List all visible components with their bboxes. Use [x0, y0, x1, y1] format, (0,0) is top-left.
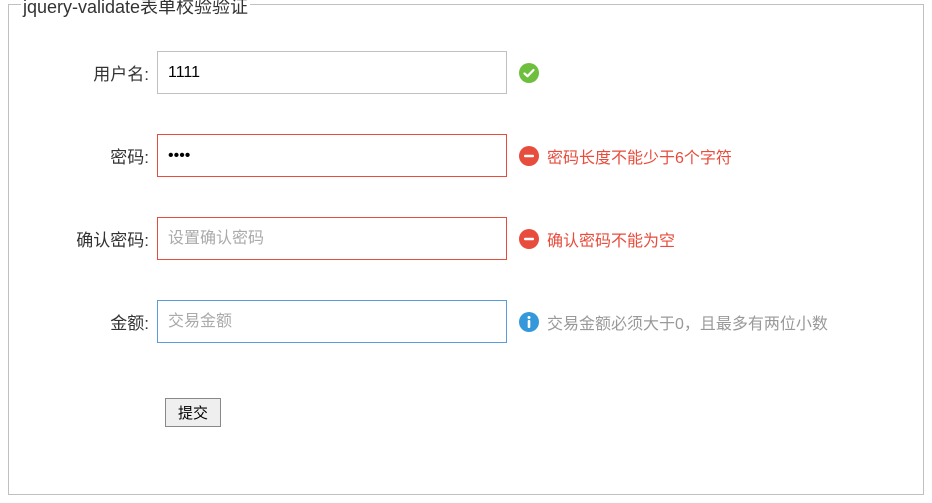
error-msg-confirm: 确认密码不能为空 [547, 227, 675, 251]
password-field[interactable] [157, 134, 507, 177]
error-minus-icon [519, 146, 539, 166]
form-fieldset: jquery-validate表单校验验证 用户名: 密码: 密码长度不 [8, 4, 924, 495]
info-icon [519, 312, 539, 332]
info-msg-amount: 交易金额必须大于0，且最多有两位小数 [547, 310, 828, 334]
confirm-password-field[interactable] [157, 217, 507, 260]
row-amount: 金额: 交易金额必须大于0，且最多有两位小数 [17, 300, 915, 343]
error-msg-password: 密码长度不能少于6个字符 [547, 144, 732, 168]
label-amount: 金额: [17, 309, 157, 334]
status-amount: 交易金额必须大于0，且最多有两位小数 [519, 310, 828, 334]
row-submit: 提交 [165, 398, 915, 427]
status-password: 密码长度不能少于6个字符 [519, 144, 732, 168]
label-password: 密码: [17, 143, 157, 168]
error-minus-icon [519, 229, 539, 249]
row-username: 用户名: [17, 51, 915, 94]
label-confirm: 确认密码: [17, 226, 157, 251]
success-check-icon [519, 63, 539, 83]
row-password: 密码: 密码长度不能少于6个字符 [17, 134, 915, 177]
submit-button[interactable]: 提交 [165, 398, 221, 427]
status-confirm: 确认密码不能为空 [519, 227, 675, 251]
row-confirm: 确认密码: 确认密码不能为空 [17, 217, 915, 260]
status-username [519, 63, 539, 83]
amount-field[interactable] [157, 300, 507, 343]
username-field[interactable] [157, 51, 507, 94]
label-username: 用户名: [17, 60, 157, 85]
form-legend: jquery-validate表单校验验证 [21, 0, 250, 19]
